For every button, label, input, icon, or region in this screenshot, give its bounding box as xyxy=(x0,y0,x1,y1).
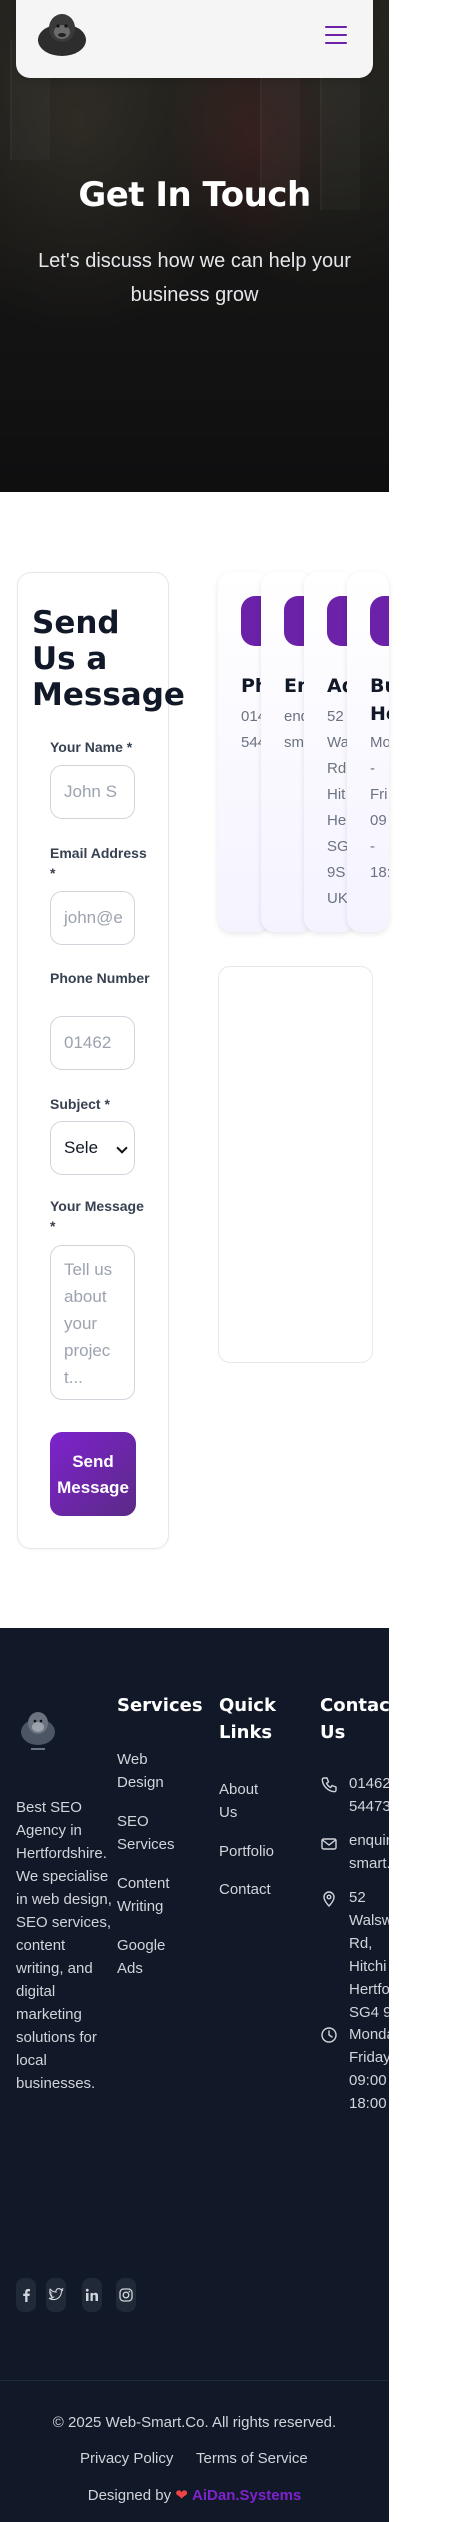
hamburger-menu-icon[interactable] xyxy=(325,26,347,48)
footer-description: Best SEO Agency in Hertfordshire. We spe… xyxy=(16,1799,112,2092)
footer-divider xyxy=(0,2380,389,2381)
name-input[interactable]: John S xyxy=(50,765,135,819)
footer-link-portfolio[interactable]: Portfolio xyxy=(219,1840,309,1863)
footer-link-content-writing[interactable]: Content Writing xyxy=(117,1872,177,1918)
services-heading: Services xyxy=(117,1695,203,1716)
clock-icon xyxy=(370,596,389,646)
designer-brand-link[interactable]: AiDan.Systems xyxy=(192,2487,301,2504)
contact-email[interactable]: enquir smart. xyxy=(349,1829,389,1875)
subject-label: Subject * xyxy=(50,1096,110,1112)
footer-link-seo-services[interactable]: SEO Services xyxy=(117,1810,177,1856)
instagram-icon[interactable] xyxy=(116,2278,136,2312)
navbar xyxy=(16,0,373,78)
designed-by-label: Designed by xyxy=(87,2487,172,2504)
phone-icon xyxy=(321,1777,337,1793)
facebook-icon[interactable] xyxy=(16,2278,36,2312)
gorilla-logo-icon[interactable] xyxy=(17,1708,59,1754)
hero-subtitle: Let's discuss how we can help your busin… xyxy=(38,250,351,306)
contact-heading: Contact Us xyxy=(320,1695,389,1743)
info-card-hours: Bu Ho Mo - Fri 09 - 18: xyxy=(347,572,389,932)
send-message-button[interactable]: Send Message xyxy=(50,1432,136,1516)
info-card-value: Mo - Fri 09 - 18: xyxy=(370,734,389,881)
contact-phone[interactable]: 01462 54473 xyxy=(349,1772,389,1818)
map-embed[interactable] xyxy=(218,966,373,1363)
name-label: Your Name * xyxy=(50,739,133,755)
chevron-down-icon xyxy=(116,1142,128,1154)
map-pin-icon xyxy=(323,1891,335,1907)
quick-links-heading: Quick Links xyxy=(219,1695,276,1743)
phone-label: Phone Number xyxy=(50,970,150,986)
hero-title: Get In Touch xyxy=(78,175,311,215)
footer-link-google-ads[interactable]: Google Ads xyxy=(117,1934,177,1980)
contact-hours: Monda Friday 09:00 18:00 xyxy=(349,2026,389,2112)
footer-link-contact[interactable]: Contact xyxy=(219,1878,309,1901)
email-label: Email Address * xyxy=(50,845,147,881)
footer-link-web-design[interactable]: Web Design xyxy=(117,1748,177,1794)
twitter-icon[interactable] xyxy=(46,2278,66,2312)
email-input[interactable]: john@e xyxy=(50,891,135,945)
info-card-title: Bu Ho xyxy=(370,675,389,725)
contact-address: 52 Walsw Rd, Hitchi Hertfo SG4 9 xyxy=(349,1889,389,2021)
footer-link-about-us[interactable]: About Us xyxy=(219,1778,269,1824)
mail-icon xyxy=(321,1838,337,1850)
form-title: Send Us a Message xyxy=(32,605,185,713)
phone-input[interactable]: 01462 xyxy=(50,1016,135,1070)
terms-of-service-link[interactable]: Terms of Service xyxy=(196,2450,308,2467)
footer: Best SEO Agency in Hertfordshire. We spe… xyxy=(0,1628,389,2522)
linkedin-icon[interactable] xyxy=(82,2278,102,2312)
privacy-policy-link[interactable]: Privacy Policy xyxy=(80,2450,173,2467)
clock-icon xyxy=(321,2027,337,2043)
copyright-text: © 2025 Web-Smart.Co. All rights reserved… xyxy=(52,2414,337,2431)
gorilla-logo-icon[interactable] xyxy=(34,10,90,58)
subject-select-value: Sele xyxy=(64,1138,99,1157)
message-textarea[interactable]: Tell us about your projec t... xyxy=(50,1245,135,1400)
subject-select[interactable]: Sele xyxy=(50,1121,135,1175)
designed-by-credit: Designed by ❤ AiDan.Systems xyxy=(0,2486,389,2504)
message-label: Your Message * xyxy=(50,1198,144,1234)
heart-icon: ❤ xyxy=(175,2487,188,2504)
